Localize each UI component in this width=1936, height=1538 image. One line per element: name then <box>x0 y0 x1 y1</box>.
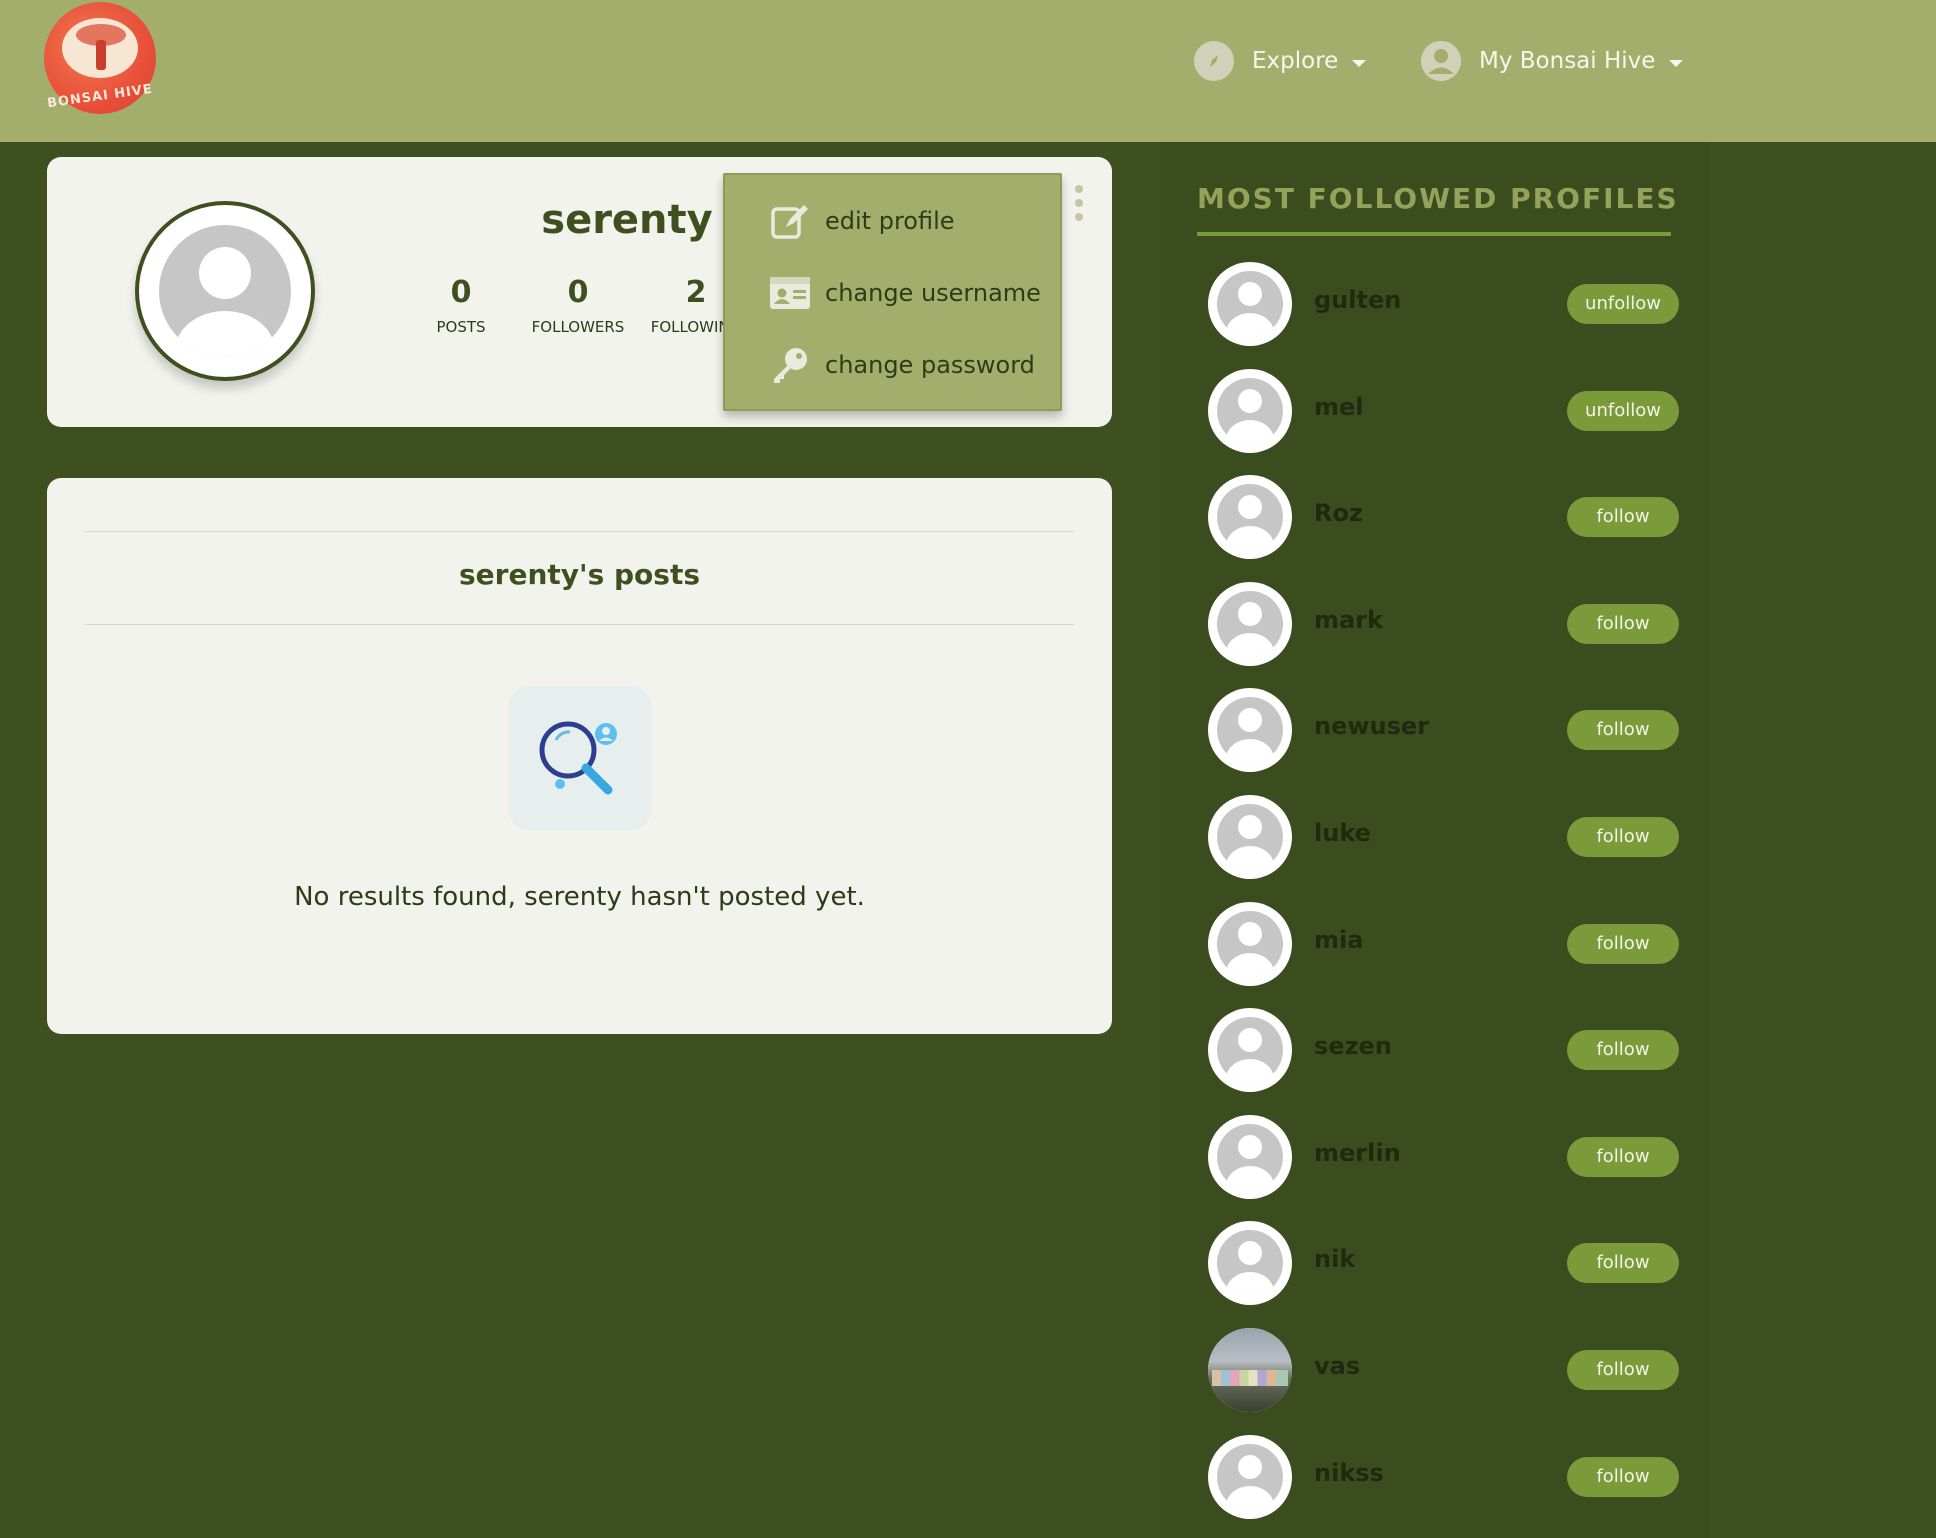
sidebar-divider <box>1197 232 1671 236</box>
follow-button[interactable]: follow <box>1567 604 1679 644</box>
profile-avatar[interactable] <box>1208 795 1292 879</box>
profile-avatar[interactable] <box>1208 582 1292 666</box>
profile-name[interactable]: sezen <box>1314 1032 1392 1060</box>
posts-title: serenty's posts <box>458 558 700 591</box>
change-password-label: change password <box>825 351 1035 379</box>
followers-count: 0 <box>567 275 589 310</box>
logo-emblem <box>62 18 138 78</box>
change-username-menu-item[interactable]: change username <box>769 273 1041 313</box>
profile-row: Roz follow <box>1208 475 1679 561</box>
profile-row: vas follow <box>1208 1328 1679 1414</box>
change-username-label: change username <box>825 279 1041 307</box>
follow-button[interactable]: follow <box>1567 1030 1679 1070</box>
profile-row: nikss follow <box>1208 1435 1679 1521</box>
profile-avatar[interactable] <box>1208 902 1292 986</box>
profile-avatar[interactable] <box>1208 688 1292 772</box>
follow-button[interactable]: follow <box>1567 497 1679 537</box>
profile-name[interactable]: mia <box>1314 926 1363 954</box>
profile-avatar[interactable] <box>1208 475 1292 559</box>
no-results-message: No results found, serenty hasn't posted … <box>294 882 865 912</box>
profile-name[interactable]: gulten <box>1314 286 1401 314</box>
profile-name[interactable]: mark <box>1314 606 1383 634</box>
profile-name[interactable]: Roz <box>1314 499 1363 527</box>
profile-name[interactable]: luke <box>1314 819 1371 847</box>
explore-label: Explore <box>1252 48 1339 74</box>
compass-icon <box>1194 41 1234 81</box>
logo-trunk <box>96 40 106 70</box>
follow-button[interactable]: follow <box>1567 817 1679 857</box>
profile-row: luke follow <box>1208 795 1679 881</box>
profile-avatar[interactable] <box>1208 1328 1292 1412</box>
profile-avatar[interactable] <box>1208 1221 1292 1305</box>
key-icon <box>769 345 811 385</box>
profile-row: mark follow <box>1208 582 1679 668</box>
edit-profile-label: edit profile <box>825 207 955 235</box>
profile-avatar[interactable] <box>1208 262 1292 346</box>
posts-card: serenty's posts No results found, serent… <box>47 478 1112 1034</box>
profile-row: sezen follow <box>1208 1008 1679 1094</box>
bonsai-hive-logo[interactable]: BONSAI HIVE <box>44 2 156 114</box>
my-hive-label: My Bonsai Hive <box>1479 48 1656 74</box>
sidebar-title: MOST FOLLOWED PROFILES <box>1197 182 1679 215</box>
profile-name[interactable]: merlin <box>1314 1139 1401 1167</box>
profile-row: mel unfollow <box>1208 369 1679 455</box>
chevron-down-icon <box>1669 59 1684 67</box>
profile-row: mia follow <box>1208 902 1679 988</box>
follow-button[interactable]: follow <box>1567 1457 1679 1497</box>
unfollow-button[interactable]: unfollow <box>1567 284 1679 324</box>
follow-button[interactable]: follow <box>1567 1350 1679 1390</box>
divider <box>85 531 1074 532</box>
my-bonsai-hive-menu[interactable]: My Bonsai Hive <box>1421 38 1684 84</box>
follow-button[interactable]: follow <box>1567 924 1679 964</box>
unfollow-button[interactable]: unfollow <box>1567 391 1679 431</box>
profile-name[interactable]: nikss <box>1314 1459 1384 1487</box>
profile-row: nik follow <box>1208 1221 1679 1307</box>
edit-profile-menu-item[interactable]: edit profile <box>769 201 955 241</box>
posts-stat: 0 POSTS <box>401 275 521 336</box>
profile-name[interactable]: mel <box>1314 393 1364 421</box>
id-card-icon <box>769 273 811 313</box>
profile-avatar[interactable] <box>1208 369 1292 453</box>
user-circle-icon <box>1421 41 1461 81</box>
edit-icon <box>769 201 811 241</box>
logo-text: BONSAI HIVE <box>46 81 154 112</box>
follow-button[interactable]: follow <box>1567 1137 1679 1177</box>
explore-menu[interactable]: Explore <box>1194 38 1367 84</box>
more-options-icon[interactable] <box>1073 185 1085 221</box>
profile-row: merlin follow <box>1208 1115 1679 1201</box>
divider <box>85 624 1074 625</box>
profile-avatar[interactable] <box>1208 1115 1292 1199</box>
posts-label: POSTS <box>436 318 486 336</box>
profile-name[interactable]: newuser <box>1314 712 1429 740</box>
profile-name[interactable]: vas <box>1314 1352 1360 1380</box>
profile-row: newuser follow <box>1208 688 1679 774</box>
no-results-icon <box>508 686 652 830</box>
chevron-down-icon <box>1352 59 1367 67</box>
profile-avatar[interactable] <box>1208 1008 1292 1092</box>
most-followed-sidebar: MOST FOLLOWED PROFILES gulten unfollow mel… <box>1160 142 1710 1538</box>
followers-label: FOLLOWERS <box>531 318 625 336</box>
follow-button[interactable]: follow <box>1567 710 1679 750</box>
follow-button[interactable]: follow <box>1567 1243 1679 1283</box>
profile-avatar[interactable] <box>1208 1435 1292 1519</box>
profile-row: gulten unfollow <box>1208 262 1679 348</box>
top-navbar: BONSAI HIVE Explore My Bonsai Hive <box>0 0 1936 142</box>
posts-count: 0 <box>450 275 472 310</box>
profile-options-menu: edit profile change username change pass… <box>723 173 1062 411</box>
change-password-menu-item[interactable]: change password <box>769 345 1035 385</box>
followers-stat[interactable]: 0 FOLLOWERS <box>518 275 638 336</box>
profile-name[interactable]: nik <box>1314 1245 1355 1273</box>
profile-avatar <box>135 201 315 381</box>
